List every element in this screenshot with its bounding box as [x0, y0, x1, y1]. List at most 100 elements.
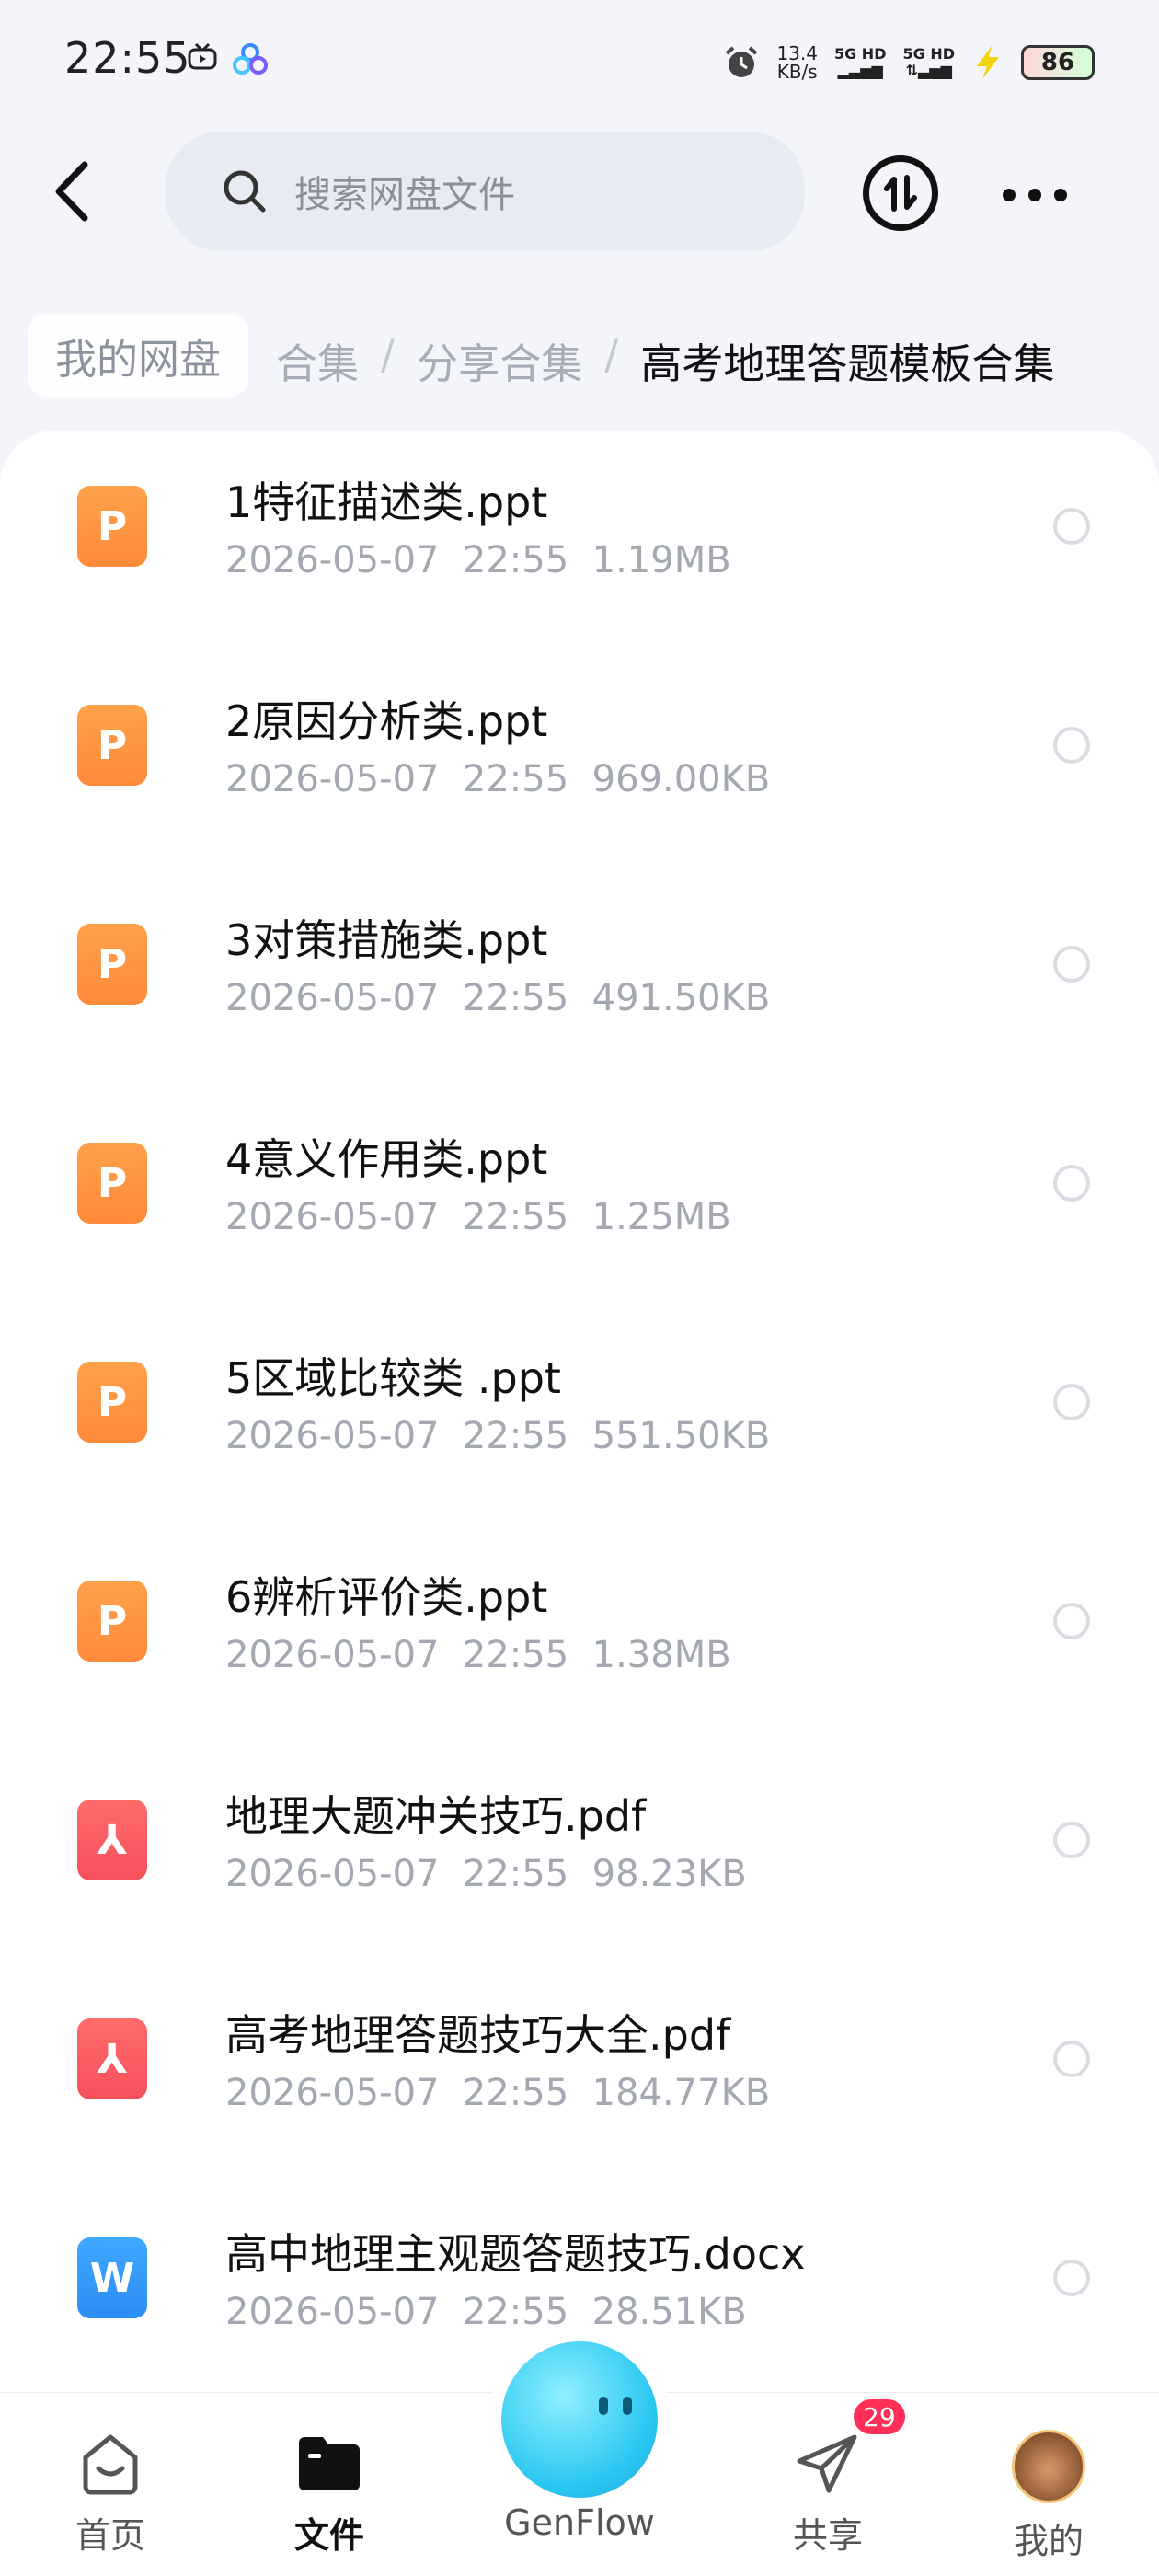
file-date: 2026-05-07	[225, 977, 440, 1019]
file-row[interactable]: P 4意义作用类.ppt 2026-05-07 22:55 1.25MB	[0, 1087, 1159, 1306]
ppt-file-icon: P	[77, 1581, 147, 1662]
transfer-list-button[interactable]	[863, 155, 938, 231]
breadcrumb-home[interactable]: 我的网盘	[28, 314, 249, 397]
file-row[interactable]: P 3对策措施类.ppt 2026-05-07 22:55 491.50KB	[0, 868, 1159, 1087]
select-radio[interactable]	[1053, 1603, 1090, 1639]
file-meta: 2026-05-07 22:55 1.25MB	[225, 1196, 731, 1238]
file-meta: 2026-05-07 22:55 969.00KB	[225, 758, 770, 800]
file-time: 22:55	[462, 758, 569, 800]
tab-share[interactable]: 共享	[763, 2430, 892, 2558]
search-bar[interactable]: 搜索网盘文件	[166, 132, 805, 251]
signal-bars-icon: ▂▃▅▆	[837, 62, 883, 79]
breadcrumb-separator: /	[604, 330, 619, 379]
ppt-file-icon: P	[77, 486, 147, 567]
select-radio[interactable]	[1053, 1165, 1090, 1202]
file-size: 1.19MB	[591, 539, 731, 581]
breadcrumb-item-share[interactable]: 分享合集	[417, 330, 582, 390]
select-radio[interactable]	[1053, 946, 1090, 983]
genflow-button[interactable]	[501, 2341, 658, 2498]
breadcrumb-item-partial[interactable]: 合集	[276, 330, 359, 390]
select-radio[interactable]	[1053, 1822, 1090, 1858]
file-name: 6辨析评价类.ppt	[225, 1572, 548, 1622]
more-dot-icon	[1028, 189, 1041, 201]
file-date: 2026-05-07	[225, 1853, 440, 1895]
file-size: 551.50KB	[591, 1415, 771, 1457]
genflow-mascot-eyes-icon	[593, 2397, 639, 2415]
tab-home-label: 首页	[75, 2515, 145, 2556]
tab-mine-label: 我的	[1013, 2521, 1084, 2561]
breadcrumb-current: 高考地理答题模板合集	[640, 339, 1055, 388]
file-date: 2026-05-07	[225, 1634, 440, 1676]
select-radio[interactable]	[1053, 727, 1090, 764]
pdf-file-icon: ⅄	[77, 1800, 147, 1880]
select-radio[interactable]	[1053, 2041, 1090, 2077]
back-arrow-icon[interactable]	[48, 159, 103, 224]
file-name: 3对策措施类.ppt	[225, 915, 548, 965]
file-meta: 2026-05-07 22:55 491.50KB	[225, 977, 770, 1019]
file-time: 22:55	[462, 1196, 569, 1238]
file-row[interactable]: P 2原因分析类.ppt 2026-05-07 22:55 969.00KB	[0, 650, 1159, 868]
file-row[interactable]: P 5区域比较类 .ppt 2026-05-07 22:55 551.50KB	[0, 1306, 1159, 1525]
file-time: 22:55	[462, 1415, 569, 1457]
file-name: 5区域比较类 .ppt	[225, 1353, 561, 1403]
status-icons: 13.4 KB/s 5G HD ▂▃▅▆ 5G HD ⇅▃▅▆ 86	[723, 37, 1095, 88]
folder-icon	[295, 2430, 363, 2498]
tab-genflow-label: GenFlow	[504, 2502, 655, 2543]
home-icon	[76, 2430, 144, 2498]
file-row[interactable]: P 6辨析评价类.ppt 2026-05-07 22:55 1.38MB	[0, 1525, 1159, 1744]
more-dot-icon	[1003, 189, 1016, 201]
file-meta: 2026-05-07 22:55 28.51KB	[225, 2291, 747, 2333]
ppt-file-icon: P	[77, 924, 147, 1005]
search-icon	[224, 170, 266, 213]
status-bar: 22:55 13.4 KB/s 5G HD ▂▃▅▆ 5G HD ⇅▃▅▆ 86	[0, 0, 1159, 124]
file-row[interactable]: ⅄ 高考地理答题技巧大全.pdf 2026-05-07 22:55 184.77KB	[0, 1963, 1159, 2182]
tab-mine[interactable]: 我的	[984, 2430, 1113, 2563]
file-meta: 2026-05-07 22:55 1.19MB	[225, 539, 731, 581]
file-time: 22:55	[462, 1634, 569, 1676]
file-time: 22:55	[462, 977, 569, 1019]
tab-files[interactable]: 文件	[265, 2430, 394, 2558]
file-meta: 2026-05-07 22:55 98.23KB	[225, 1853, 747, 1895]
file-name: 高考地理答题技巧大全.pdf	[225, 2010, 731, 2060]
pdf-file-icon: ⅄	[77, 2018, 147, 2099]
file-size: 1.25MB	[591, 1196, 731, 1238]
breadcrumb-trail: 合集 / 分享合集 / 高考地理答题模板合集	[276, 330, 1054, 390]
select-radio[interactable]	[1053, 2260, 1090, 2296]
tv-app-icon	[188, 42, 217, 70]
doc-file-icon: W	[77, 2237, 147, 2318]
select-radio[interactable]	[1053, 1384, 1090, 1420]
file-size: 184.77KB	[591, 2072, 771, 2114]
file-row[interactable]: ⅄ 地理大题冲关技巧.pdf 2026-05-07 22:55 98.23KB	[0, 1744, 1159, 1963]
more-options-button[interactable]	[1003, 189, 1067, 201]
alarm-icon	[726, 46, 758, 77]
clock: 22:55	[64, 33, 191, 83]
file-date: 2026-05-07	[225, 2291, 440, 2333]
file-time: 22:55	[462, 1853, 569, 1895]
file-date: 2026-05-07	[225, 2072, 440, 2114]
signal-sim1: 5G HD ▂▃▅▆	[833, 45, 887, 79]
ppt-file-icon: P	[77, 705, 147, 786]
file-name: 4意义作用类.ppt	[225, 1134, 548, 1184]
file-size: 98.23KB	[591, 1853, 747, 1895]
tab-home[interactable]: 首页	[46, 2430, 175, 2558]
ppt-file-icon: P	[77, 1362, 147, 1443]
network-speed: 13.4 KB/s	[776, 42, 818, 83]
breadcrumb: 我的网盘 合集 / 分享合集 / 高考地理答题模板合集	[0, 308, 1159, 405]
file-name: 地理大题冲关技巧.pdf	[225, 1791, 647, 1841]
signal-sim2: 5G HD ⇅▃▅▆	[902, 45, 955, 79]
file-date: 2026-05-07	[225, 758, 440, 800]
file-row[interactable]: P 1特征描述类.ppt 2026-05-07 22:55 1.19MB	[0, 431, 1159, 650]
file-meta: 2026-05-07 22:55 184.77KB	[225, 2072, 770, 2114]
cloud-app-icon	[233, 43, 268, 75]
file-size: 491.50KB	[591, 977, 771, 1019]
file-time: 22:55	[462, 2072, 569, 2114]
signal-bars-icon: ⇅▃▅▆	[905, 62, 952, 79]
file-date: 2026-05-07	[225, 1415, 440, 1457]
select-radio[interactable]	[1053, 508, 1090, 545]
charging-bolt-icon	[977, 46, 999, 79]
up-down-arrows-icon	[884, 175, 917, 212]
ppt-file-icon: P	[77, 1143, 147, 1224]
paper-plane-icon	[794, 2430, 862, 2498]
file-meta: 2026-05-07 22:55 551.50KB	[225, 1415, 770, 1457]
share-notification-badge: 29	[851, 2397, 908, 2437]
